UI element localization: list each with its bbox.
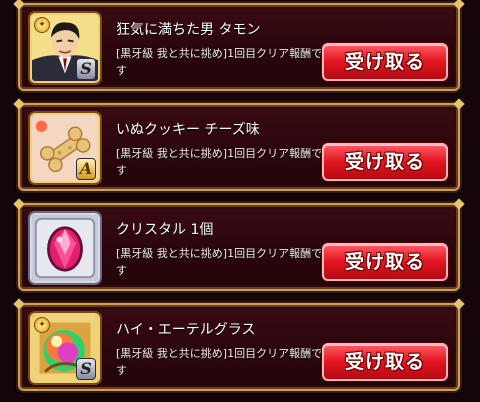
reward-title: ハイ・エーテルグラス <box>116 322 256 338</box>
rank-badge: S <box>76 358 96 380</box>
reward-description: [黒牙級 我と共に挑め]1回目クリア報酬です <box>116 247 323 277</box>
reward-row: クリスタル 1個 [黒牙級 我と共に挑め]1回目クリア報酬です 受け取る <box>18 203 460 291</box>
reward-list: ✦ S 狂気に満ちた男 タモン [黒牙級 我と共に挑め]1回目クリア報酬です 受… <box>0 0 480 402</box>
ether-glass-icon: ✦ S <box>30 313 100 383</box>
star-badge-icon: ✦ <box>34 17 50 33</box>
reward-row: A いぬクッキー チーズ味 [黒牙級 我と共に挑め]1回目クリア報酬です 受け取… <box>18 103 460 191</box>
reward-row: ✦ S ハイ・エーテルグラス [黒牙級 我と共に挑め]1回目クリア報酬です 受け… <box>18 303 460 391</box>
reward-title: クリスタル 1個 <box>116 222 214 238</box>
reward-description: [黒牙級 我と共に挑め]1回目クリア報酬です <box>116 347 323 377</box>
reward-description: [黒牙級 我と共に挑め]1回目クリア報酬です <box>116 147 323 177</box>
claim-button[interactable]: 受け取る <box>322 243 448 281</box>
reward-row: ✦ S 狂気に満ちた男 タモン [黒牙級 我と共に挑め]1回目クリア報酬です 受… <box>18 3 460 91</box>
dog-bone-cookie-icon: A <box>30 113 100 183</box>
rank-badge: S <box>76 58 96 80</box>
reward-title: いぬクッキー チーズ味 <box>116 122 260 138</box>
claim-button[interactable]: 受け取る <box>322 43 448 81</box>
reward-title: 狂気に満ちた男 タモン <box>116 22 261 38</box>
star-badge-icon: ✦ <box>34 317 50 333</box>
rank-badge: A <box>76 158 96 180</box>
reward-description: [黒牙級 我と共に挑め]1回目クリア報酬です <box>116 47 323 77</box>
character-portrait-icon: ✦ S <box>30 13 100 83</box>
crystal-gem-icon <box>30 213 100 283</box>
claim-button[interactable]: 受け取る <box>322 343 448 381</box>
claim-button[interactable]: 受け取る <box>322 143 448 181</box>
